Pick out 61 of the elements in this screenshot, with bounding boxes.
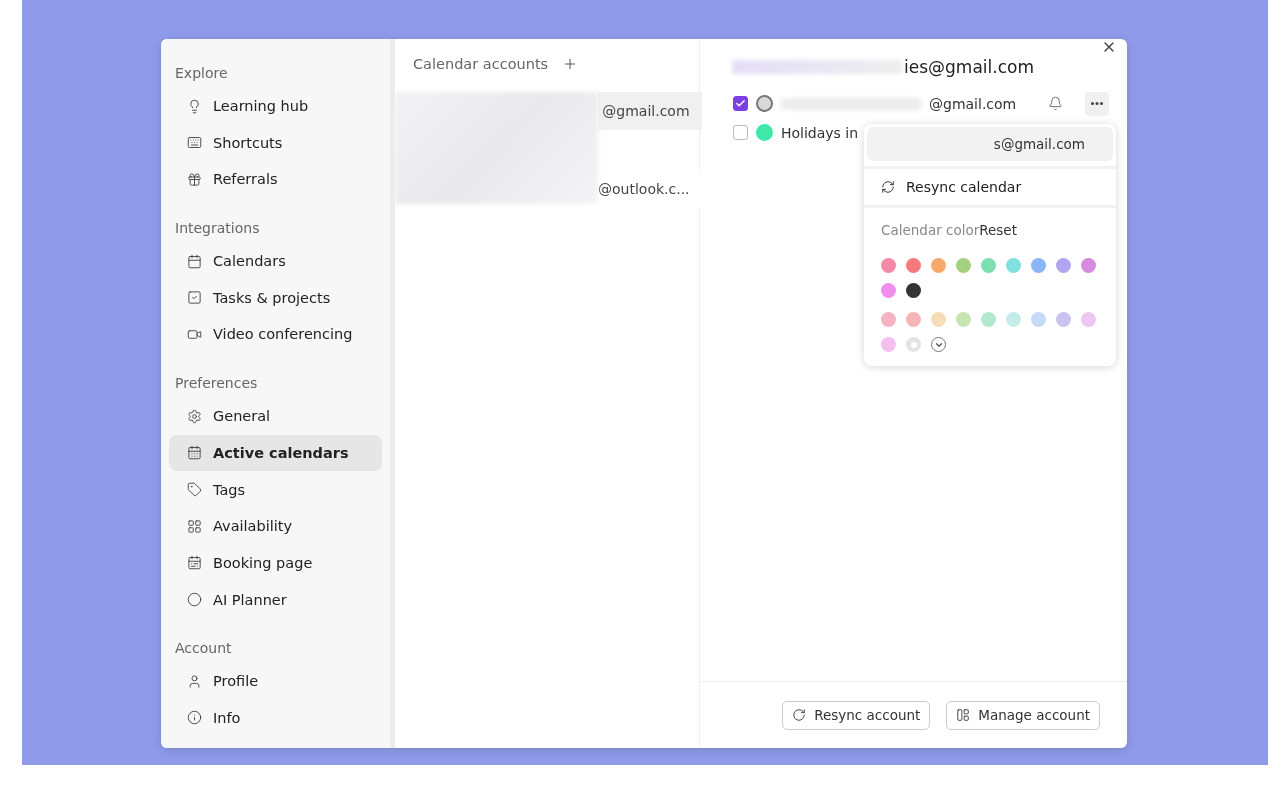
section-heading: Account (174, 639, 233, 659)
menu-label: Calendar color (881, 222, 980, 238)
color-swatch[interactable] (881, 283, 896, 298)
keyboard-icon (187, 135, 202, 151)
settings-icon (187, 408, 202, 424)
color-swatch[interactable] (906, 312, 921, 327)
color-swatch[interactable] (981, 312, 996, 327)
color-swatch[interactable] (906, 283, 921, 298)
calendar-name: Holidays in (781, 124, 859, 141)
account-item[interactable]: @gmail.com (598, 92, 702, 130)
lightbulb-icon (187, 98, 202, 114)
color-swatch[interactable] (1081, 258, 1096, 273)
circle-icon (187, 592, 202, 608)
color-swatch[interactable] (931, 258, 946, 273)
calendar-icon (187, 555, 202, 571)
footer-button[interactable]: Manage account (946, 700, 1100, 730)
color-swatch[interactable] (881, 258, 896, 273)
account-title: ies@gmail.com (904, 56, 1034, 77)
calendar-icon (187, 445, 202, 461)
color-swatch[interactable] (956, 312, 971, 327)
color-swatch[interactable] (881, 337, 896, 352)
color-swatch[interactable] (906, 258, 921, 273)
check-icon (735, 98, 746, 109)
person-icon (187, 673, 202, 689)
grid-icon (187, 518, 202, 534)
ellipsis-icon (1091, 102, 1104, 105)
color-swatch[interactable] (931, 312, 946, 327)
checkbox[interactable] (733, 96, 748, 111)
calendar-icon (187, 253, 202, 269)
section-heading: Preferences (174, 374, 259, 394)
color-swatch[interactable] (881, 312, 896, 327)
color-swatch[interactable] (906, 337, 921, 352)
color-swatch[interactable] (981, 258, 996, 273)
calendar-name: @gmail.com (929, 95, 1017, 112)
gift-icon (187, 171, 202, 187)
account-item[interactable]: @outlook.c... (598, 170, 702, 208)
menu-account: s@gmail.com (867, 127, 1113, 161)
color-swatch[interactable] (1031, 312, 1046, 327)
layout-icon (956, 708, 971, 722)
checkbox-icon (187, 290, 202, 306)
color-swatch[interactable] (1081, 312, 1096, 327)
checkbox[interactable] (733, 125, 748, 140)
color-swatch[interactable] (1006, 258, 1021, 273)
bell-icon[interactable] (1048, 96, 1064, 111)
menu-item[interactable]: Resync calendar (864, 166, 1116, 208)
section-heading: Integrations (174, 219, 261, 239)
color-swatch[interactable] (1056, 258, 1071, 273)
footer-button[interactable]: Resync account (782, 700, 931, 730)
color-swatch[interactable] (1006, 312, 1021, 327)
tag-icon (187, 482, 202, 497)
reset-link[interactable]: Reset (979, 222, 1017, 238)
refresh-icon (881, 180, 895, 194)
info-icon (187, 710, 202, 726)
sidebar-item[interactable]: Active calendars (169, 434, 382, 471)
refresh-icon (792, 708, 807, 722)
more-button[interactable] (1085, 91, 1110, 116)
column-title: Calendar accounts (413, 56, 549, 72)
color-swatch[interactable] (1056, 312, 1071, 327)
color-swatch[interactable] (1031, 258, 1046, 273)
color-swatch[interactable] (956, 258, 971, 273)
section-heading: Explore (174, 64, 229, 83)
